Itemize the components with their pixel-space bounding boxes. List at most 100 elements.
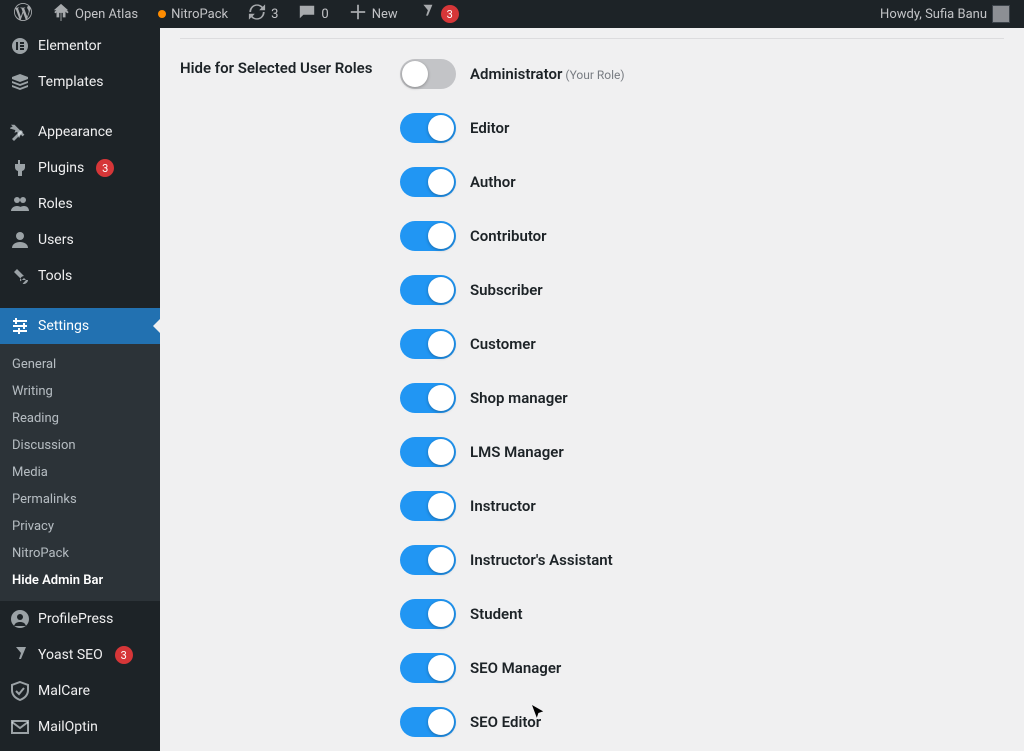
sidebar-item-appearance[interactable]: Appearance — [0, 114, 160, 150]
menu-label: Yoast SEO — [38, 647, 103, 663]
dot-icon — [158, 10, 166, 18]
role-row-editor: Editor — [400, 113, 1004, 143]
sidebar-item-templates[interactable]: Templates — [0, 64, 160, 100]
menu-label: Plugins — [38, 160, 84, 176]
role-label: Shop manager — [470, 389, 568, 407]
sidebar-item-settings[interactable]: Settings — [0, 308, 160, 344]
role-row-administrator: Administrator (Your Role) — [400, 59, 1004, 89]
updates-count: 3 — [271, 7, 278, 22]
toggle-instructor[interactable] — [400, 491, 456, 521]
menu-label: ProfilePress — [38, 611, 113, 627]
site-name[interactable]: Open Atlas — [46, 3, 144, 25]
role-label: Instructor — [470, 497, 536, 515]
menu-label: Templates — [38, 74, 104, 90]
section-title: Hide for Selected User Roles — [180, 59, 400, 79]
role-row-subscriber: Subscriber — [400, 275, 1004, 305]
toggle-seo_manager[interactable] — [400, 653, 456, 683]
menu-label: Users — [38, 232, 74, 248]
sidebar-item-roles[interactable]: Roles — [0, 186, 160, 222]
sidebar-item-yoast[interactable]: Yoast SEO 3 — [0, 637, 160, 673]
avatar — [992, 5, 1010, 23]
your-role-note: (Your Role) — [562, 68, 624, 82]
role-row-student: Student — [400, 599, 1004, 629]
admin-bar: Open Atlas NitroPack 3 0 New 3 Howdy, Su… — [0, 0, 1024, 28]
role-row-instructor: Instructor — [400, 491, 1004, 521]
admin-bar-right: Howdy, Sufia Banu — [874, 5, 1016, 23]
role-label: SEO Editor — [470, 713, 541, 731]
menu-label: Elementor — [38, 38, 101, 54]
sidebar-item-malcare[interactable]: MalCare — [0, 673, 160, 709]
admin-bar-left: Open Atlas NitroPack 3 0 New 3 — [8, 3, 465, 25]
submenu-item-nitropack[interactable]: NitroPack — [0, 540, 160, 567]
role-label: Contributor — [470, 227, 547, 245]
role-row-shop_manager: Shop manager — [400, 383, 1004, 413]
sidebar-item-elementor[interactable]: Elementor — [0, 28, 160, 64]
sidebar-item-tools[interactable]: Tools — [0, 258, 160, 294]
toggle-shop_manager[interactable] — [400, 383, 456, 413]
yoast-menu[interactable]: 3 — [412, 3, 465, 25]
role-label: Author — [470, 173, 516, 191]
nitropack-label: NitroPack — [171, 7, 228, 22]
role-label: Student — [470, 605, 523, 623]
wp-logo[interactable] — [8, 3, 38, 25]
role-row-author: Author — [400, 167, 1004, 197]
menu-label: Tools — [38, 268, 72, 284]
role-label: Instructor's Assistant — [470, 551, 613, 569]
menu-label: Roles — [38, 196, 73, 212]
submenu-item-writing[interactable]: Writing — [0, 378, 160, 405]
role-label: Customer — [470, 335, 536, 353]
submenu-item-privacy[interactable]: Privacy — [0, 513, 160, 540]
toggle-contributor[interactable] — [400, 221, 456, 251]
howdy-text: Howdy, Sufia Banu — [880, 7, 987, 22]
menu-label: Settings — [38, 318, 89, 334]
updates[interactable]: 3 — [242, 3, 284, 25]
role-row-lms_manager: LMS Manager — [400, 437, 1004, 467]
sidebar-item-users[interactable]: Users — [0, 222, 160, 258]
sidebar-item-mailoptin[interactable]: MailOptin — [0, 709, 160, 745]
my-account[interactable]: Howdy, Sufia Banu — [874, 5, 1016, 23]
comments-count: 0 — [321, 7, 328, 22]
role-label: Subscriber — [470, 281, 543, 299]
settings-submenu: GeneralWritingReadingDiscussionMediaPerm… — [0, 344, 160, 601]
toggle-lms_manager[interactable] — [400, 437, 456, 467]
menu-label: MailOptin — [38, 719, 98, 735]
roles-list: Administrator (Your Role) Editor Author Con… — [400, 59, 1004, 751]
hide-roles-setting: Hide for Selected User Roles Administrat… — [180, 39, 1004, 751]
role-row-contributor: Contributor — [400, 221, 1004, 251]
toggle-author[interactable] — [400, 167, 456, 197]
toggle-customer[interactable] — [400, 329, 456, 359]
toggle-administrator[interactable] — [400, 59, 456, 89]
main-content: Hide for Selected User Roles Administrat… — [160, 28, 1024, 751]
role-label: SEO Manager — [470, 659, 561, 677]
new-content[interactable]: New — [343, 3, 404, 25]
submenu-item-media[interactable]: Media — [0, 459, 160, 486]
badge: 3 — [96, 159, 114, 177]
toggle-editor[interactable] — [400, 113, 456, 143]
admin-sidebar: Elementor Templates Appearance Plugins 3 Role… — [0, 28, 160, 751]
role-row-customer: Customer — [400, 329, 1004, 359]
sidebar-item-plugins[interactable]: Plugins 3 — [0, 150, 160, 186]
menu-label: MalCare — [38, 683, 90, 699]
role-row-seo_manager: SEO Manager — [400, 653, 1004, 683]
nitropack-menu[interactable]: NitroPack — [152, 7, 234, 22]
new-label: New — [372, 7, 398, 22]
role-row-seo_editor: SEO Editor — [400, 707, 1004, 737]
role-row-instructors_assistant: Instructor's Assistant — [400, 545, 1004, 575]
toggle-subscriber[interactable] — [400, 275, 456, 305]
badge: 3 — [115, 646, 133, 664]
sidebar-item-profilepress[interactable]: ProfilePress — [0, 601, 160, 637]
toggle-seo_editor[interactable] — [400, 707, 456, 737]
comments[interactable]: 0 — [292, 3, 334, 25]
yoast-badge: 3 — [441, 5, 459, 23]
site-name-text: Open Atlas — [75, 7, 138, 22]
toggle-student[interactable] — [400, 599, 456, 629]
toggle-instructors_assistant[interactable] — [400, 545, 456, 575]
submenu-item-hideadminbar[interactable]: Hide Admin Bar — [0, 567, 160, 594]
role-label: LMS Manager — [470, 443, 564, 461]
submenu-item-reading[interactable]: Reading — [0, 405, 160, 432]
role-label: Editor — [470, 119, 509, 137]
role-label: Administrator (Your Role) — [470, 65, 625, 83]
submenu-item-permalinks[interactable]: Permalinks — [0, 486, 160, 513]
submenu-item-general[interactable]: General — [0, 351, 160, 378]
submenu-item-discussion[interactable]: Discussion — [0, 432, 160, 459]
